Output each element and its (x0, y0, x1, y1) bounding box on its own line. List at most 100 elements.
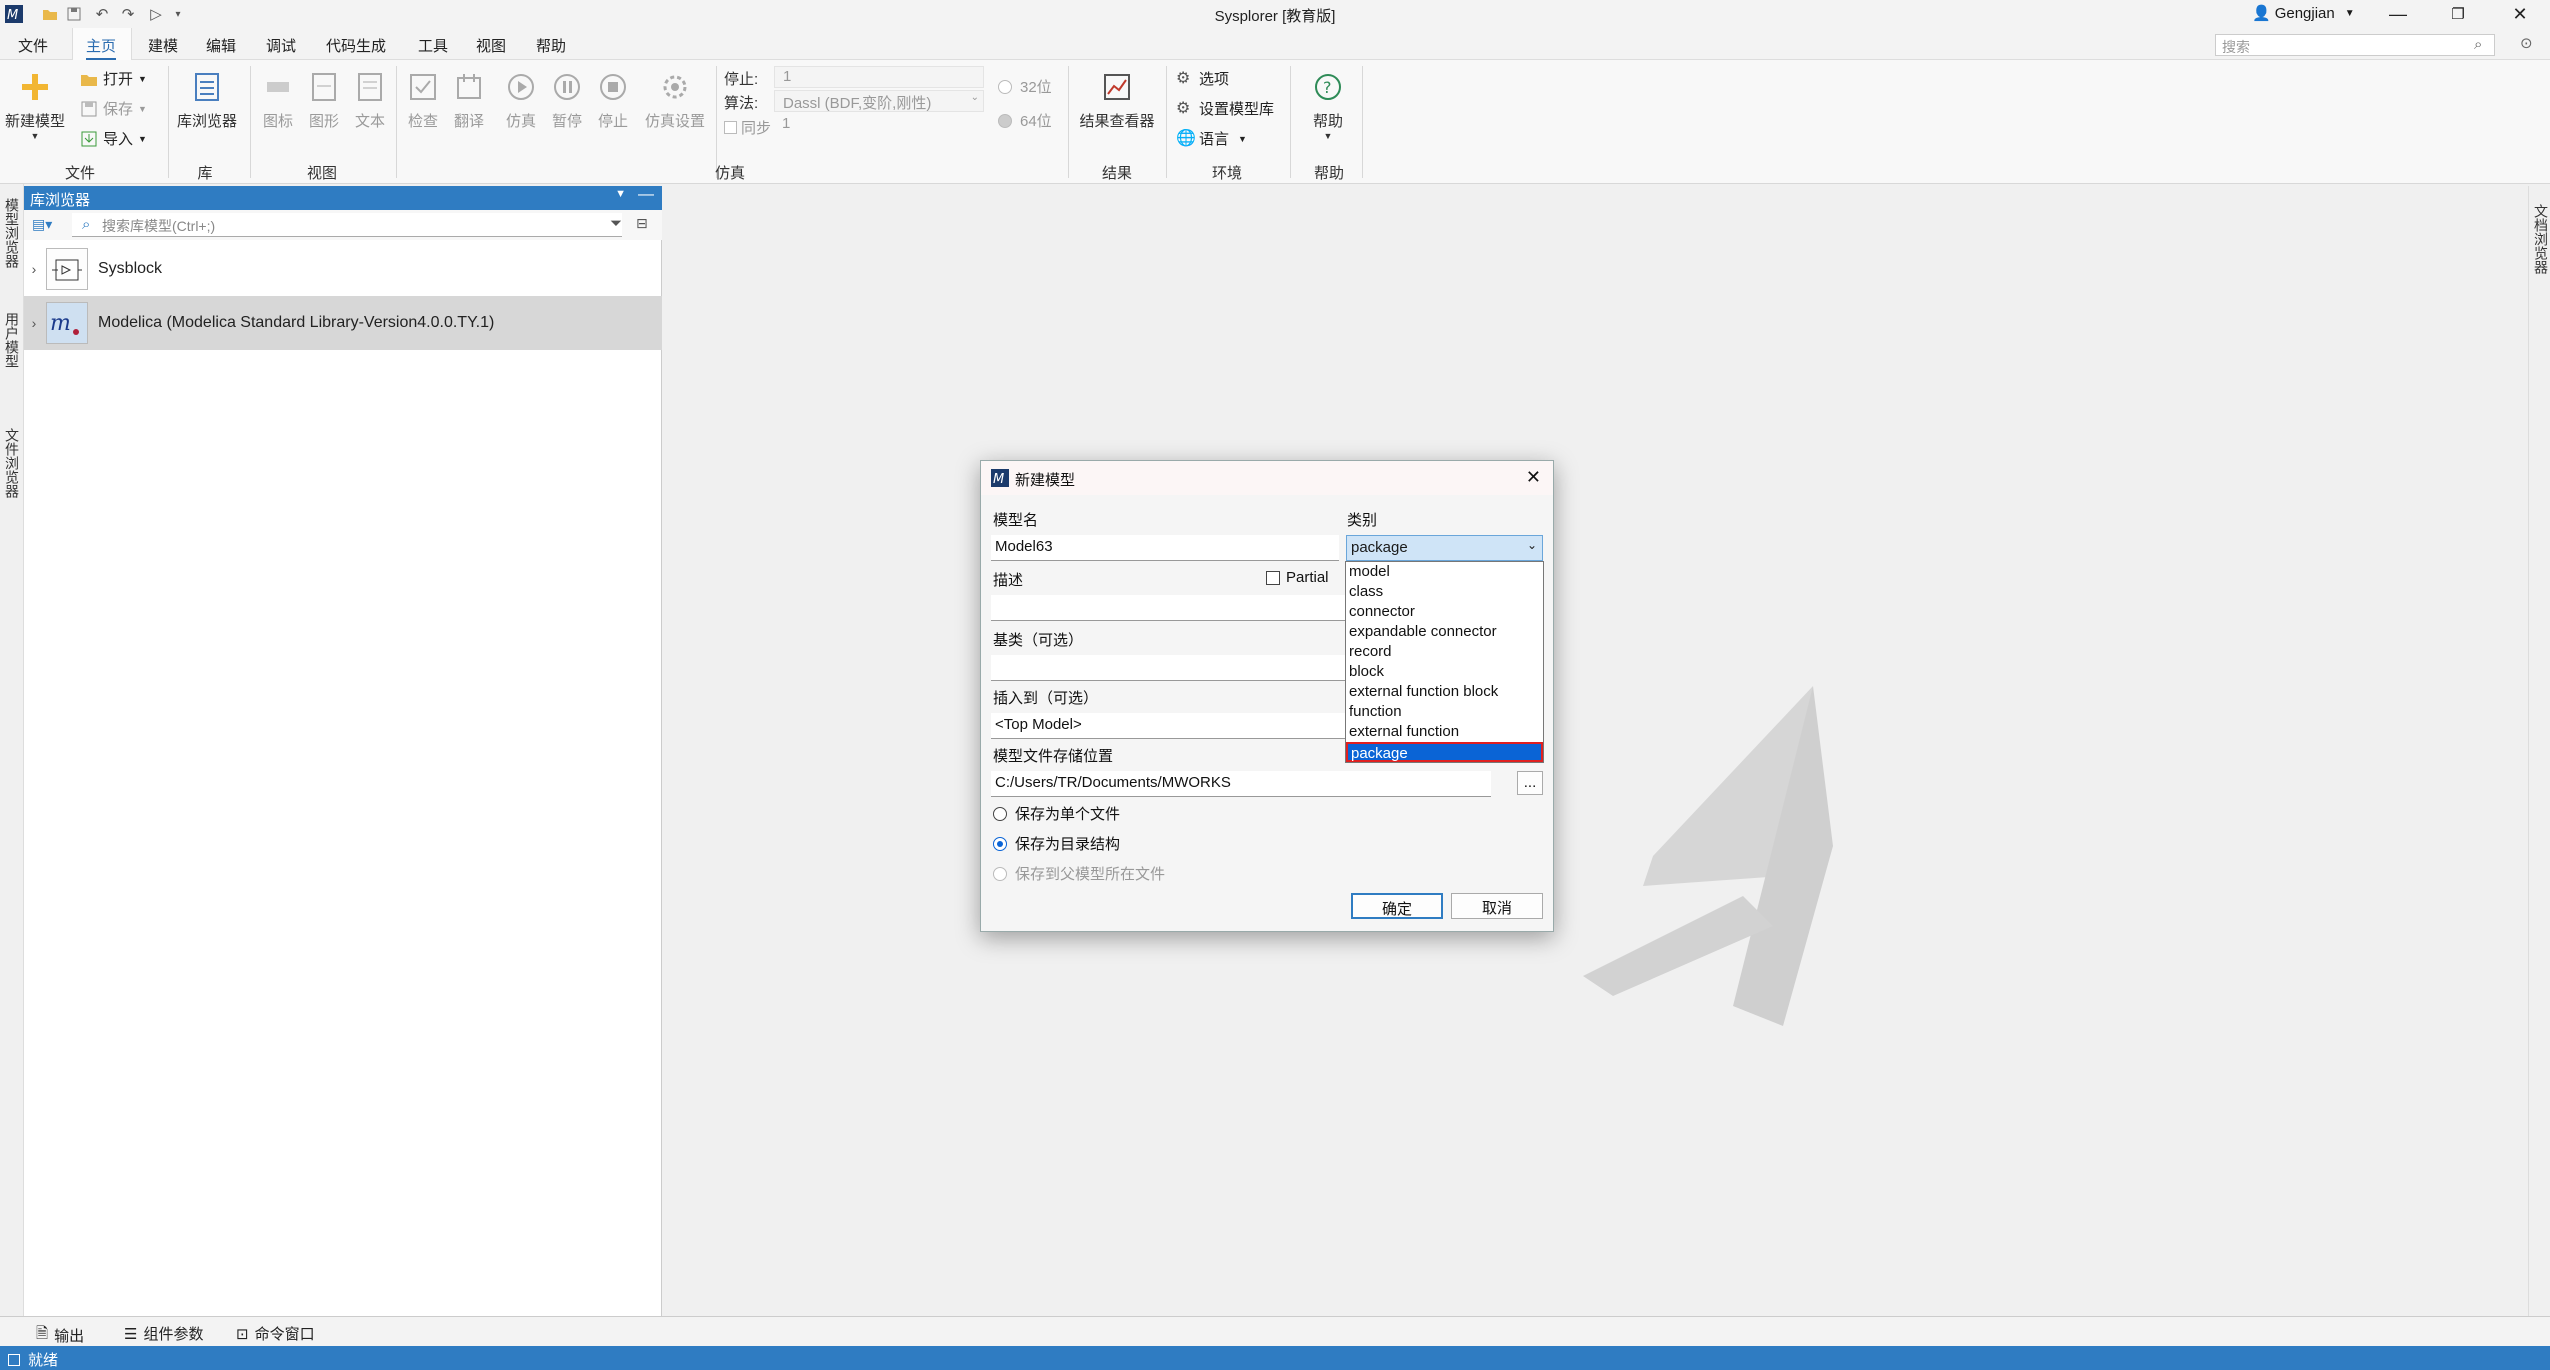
chevron-right-icon[interactable]: › (24, 315, 44, 331)
side-tab-model-browser[interactable]: 模型浏览器 (2, 198, 22, 268)
radio-32bit[interactable]: 32位 (998, 76, 1052, 97)
category-option-block[interactable]: block (1346, 662, 1543, 682)
menu-debug[interactable]: 调试 (266, 35, 296, 56)
category-option-package[interactable]: package (1346, 742, 1543, 762)
check-button[interactable]: 检查 (400, 70, 446, 131)
search-input[interactable]: 搜索 (2215, 34, 2495, 56)
diagram-view-button[interactable]: 图形 (302, 70, 346, 131)
category-option-class[interactable]: class (1346, 582, 1543, 602)
dialog-title: 新建模型 (1015, 472, 1076, 489)
help-button[interactable]: ? 帮助 ▼ (1298, 70, 1358, 141)
tab-output[interactable]: 🗎 输出 (36, 1323, 84, 1348)
category-option-external-function-block[interactable]: external function block (1346, 682, 1543, 702)
side-tab-user-models[interactable]: 用户模型 (2, 312, 22, 368)
category-option-expandable-connector[interactable]: expandable connector (1346, 622, 1543, 642)
library-browser-label: 库浏览器 (176, 113, 237, 130)
options-button[interactable]: ⚙ 选项 (1176, 68, 1229, 89)
sync-checkbox[interactable]: 同步 (724, 117, 771, 138)
close-window-button[interactable]: ✕ (2490, 0, 2550, 28)
radio-save-directory[interactable]: 保存为目录结构 (993, 833, 1120, 854)
panel-dropdown-icon[interactable]: ▼ (615, 188, 626, 200)
radio-circle (993, 836, 1007, 851)
icon-view-button[interactable]: 图标 (256, 70, 300, 131)
panel-minimize-icon[interactable]: — (638, 186, 654, 204)
minimize-button[interactable]: — (2368, 0, 2428, 28)
category-option-function[interactable]: function (1346, 702, 1543, 722)
set-library-button[interactable]: ⚙ 设置模型库 (1176, 98, 1274, 119)
menu-help[interactable]: 帮助 (536, 35, 566, 56)
category-select[interactable]: package ⌄ (1346, 535, 1543, 561)
category-option-model[interactable]: model (1346, 562, 1543, 582)
collapse-all-icon[interactable]: ⊟ (636, 215, 648, 232)
new-model-button[interactable]: 新建模型 ▼ (4, 70, 66, 141)
radio-save-parent[interactable]: 保存到父模型所在文件 (993, 863, 1165, 884)
radio-circle (998, 79, 1012, 94)
new-model-dialog: M 新建模型 ✕ 模型名 Model63 类别 package ⌄ 描述 Par… (980, 460, 1554, 932)
ribbon-collapse-icon[interactable]: ⊙ (2520, 34, 2533, 52)
pause-button[interactable]: 暂停 (544, 70, 590, 131)
import-button[interactable]: 导入 ▼ (80, 128, 147, 149)
result-viewer-button[interactable]: 结果查看器 (1074, 70, 1160, 131)
library-item-sysblock[interactable]: › Sysblock (24, 242, 662, 296)
menu-codegen[interactable]: 代码生成 (326, 35, 386, 56)
simulate-button[interactable]: 仿真 (498, 70, 544, 131)
algorithm-select[interactable]: Dassl (BDF,变阶,刚性) ⌄ (774, 90, 984, 112)
status-bar: 就绪 (0, 1346, 2550, 1370)
pause-label: 暂停 (551, 113, 582, 130)
chevron-down-icon: ⌄ (1526, 538, 1537, 552)
user-menu[interactable]: 👤 Gengjian ▼ (2252, 4, 2355, 23)
tab-component-params-label: 组件参数 (143, 1326, 204, 1343)
ok-button[interactable]: 确定 (1351, 893, 1443, 919)
menu-file[interactable]: 文件 (18, 35, 48, 56)
language-button[interactable]: 🌐 语言 ▼ (1176, 128, 1247, 149)
sync-value[interactable]: 1 (774, 114, 984, 136)
category-option-record[interactable]: record (1346, 642, 1543, 662)
menu-tools[interactable]: 工具 (418, 35, 448, 56)
stop-button[interactable]: 停止 (590, 70, 636, 131)
simulate-label: 仿真 (505, 113, 536, 130)
tab-command-window-label: 命令窗口 (254, 1326, 315, 1343)
tab-command-window[interactable]: ⊡ 命令窗口 (236, 1323, 315, 1344)
library-item-modelica[interactable]: › m Modelica (Modelica Standard Library-… (24, 296, 662, 350)
save-button[interactable]: 保存 ▼ (80, 98, 147, 119)
menu-bar: 文件 主页 建模 编辑 调试 代码生成 工具 视图 帮助 搜索 ⌕ ⊙ (0, 28, 2550, 60)
category-option-external-function[interactable]: external function (1346, 722, 1543, 742)
save-location-input[interactable]: C:/Users/TR/Documents/MWORKS (991, 771, 1491, 797)
translate-button[interactable]: 翻译 (446, 70, 492, 131)
search-icon[interactable]: ⌕ (2474, 36, 2482, 53)
description-input[interactable] (991, 595, 1345, 621)
library-browser-button[interactable]: 库浏览器 (172, 70, 242, 131)
menu-modeling[interactable]: 建模 (148, 35, 178, 56)
partial-checkbox[interactable]: Partial (1266, 569, 1329, 586)
sim-settings-button[interactable]: 仿真设置 (638, 70, 712, 131)
menu-edit[interactable]: 编辑 (206, 35, 236, 56)
browse-button[interactable]: ... (1517, 771, 1543, 795)
stop-time-input[interactable]: 1 (774, 66, 984, 88)
cancel-button[interactable]: 取消 (1451, 893, 1543, 919)
radio-save-parent-label: 保存到父模型所在文件 (1015, 866, 1166, 883)
library-search-input[interactable]: 搜索库模型(Ctrl+;) (72, 213, 622, 237)
algorithm-label: 算法: (724, 95, 759, 112)
category-option-connector[interactable]: connector (1346, 602, 1543, 622)
group-label-help: 帮助 (1313, 165, 1344, 182)
insert-into-select[interactable]: <Top Model> (991, 713, 1345, 739)
open-button[interactable]: 打开 ▼ (80, 68, 147, 89)
filter-icon[interactable]: ⏷ (610, 215, 622, 232)
radio-save-single-file[interactable]: 保存为单个文件 (993, 803, 1120, 824)
side-tab-doc-browser[interactable]: 文档浏览器 (2531, 204, 2550, 274)
dialog-close-icon[interactable]: ✕ (1526, 467, 1541, 488)
model-name-input[interactable]: Model63 (991, 535, 1339, 561)
check-label: 检查 (407, 113, 438, 130)
window-title: Sysplorer [教育版] (1214, 8, 1336, 25)
view-mode-icon[interactable]: ▤▾ (32, 216, 52, 233)
radio-64bit[interactable]: 64位 (998, 110, 1052, 131)
base-class-input[interactable] (991, 655, 1345, 681)
text-view-button[interactable]: 文本 (348, 70, 392, 131)
menu-view[interactable]: 视图 (476, 35, 506, 56)
side-tab-file-browser[interactable]: 文件浏览器 (2, 428, 22, 498)
save-icon (81, 101, 97, 116)
restore-button[interactable]: ❐ (2428, 0, 2488, 28)
chevron-right-icon[interactable]: › (24, 261, 44, 277)
tab-component-params[interactable]: ☰ 组件参数 (124, 1323, 203, 1344)
menu-home[interactable]: 主页 (86, 35, 117, 60)
